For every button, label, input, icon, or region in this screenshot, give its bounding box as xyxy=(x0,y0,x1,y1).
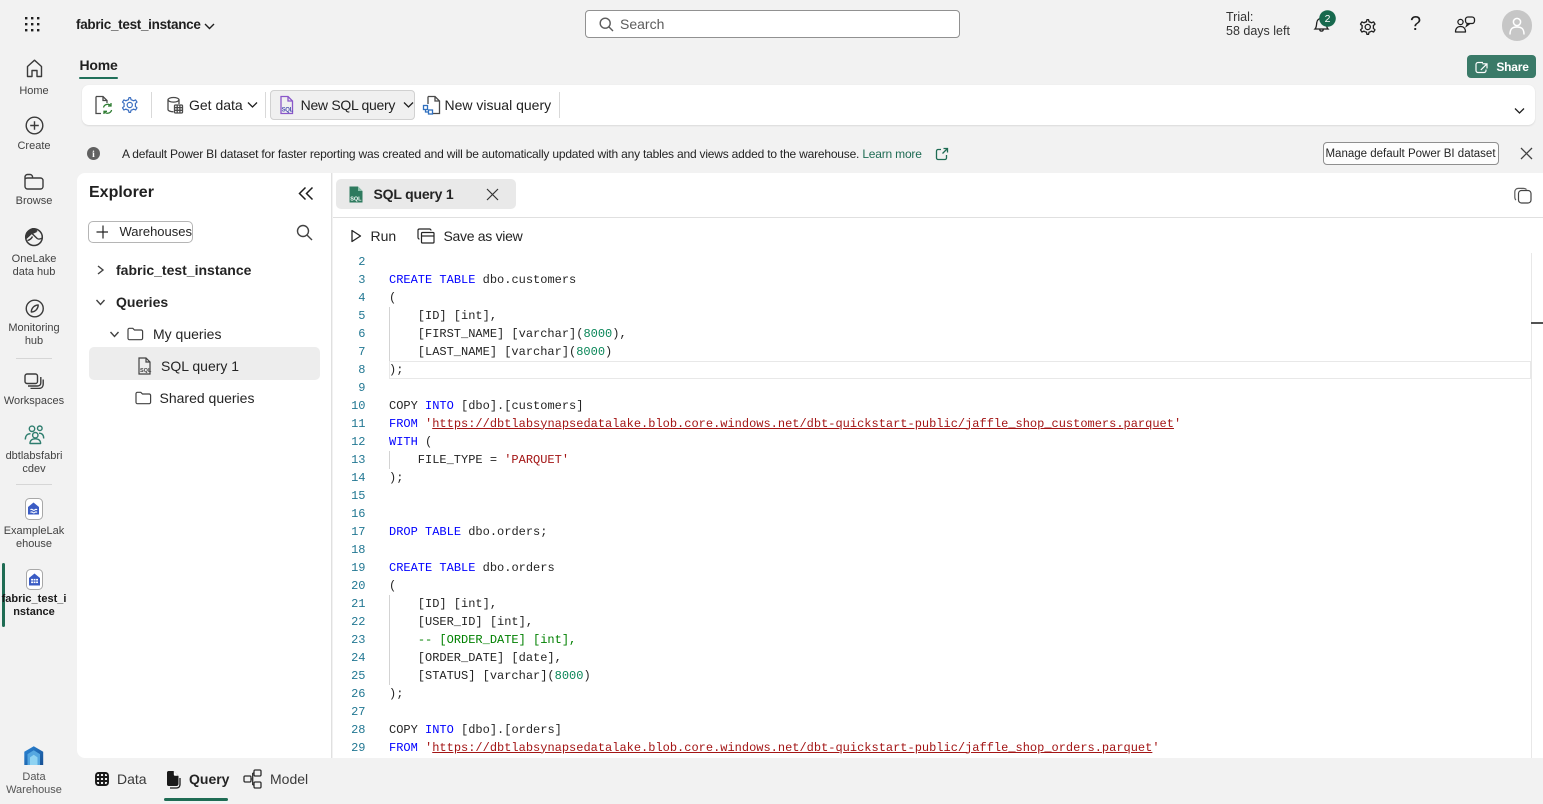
svg-text:SQL: SQL xyxy=(350,196,362,202)
svg-text:i: i xyxy=(92,150,95,160)
svg-text:SQL: SQL xyxy=(140,368,152,374)
svg-text:SQL: SQL xyxy=(281,108,293,114)
svg-text:2: 2 xyxy=(1325,13,1331,25)
